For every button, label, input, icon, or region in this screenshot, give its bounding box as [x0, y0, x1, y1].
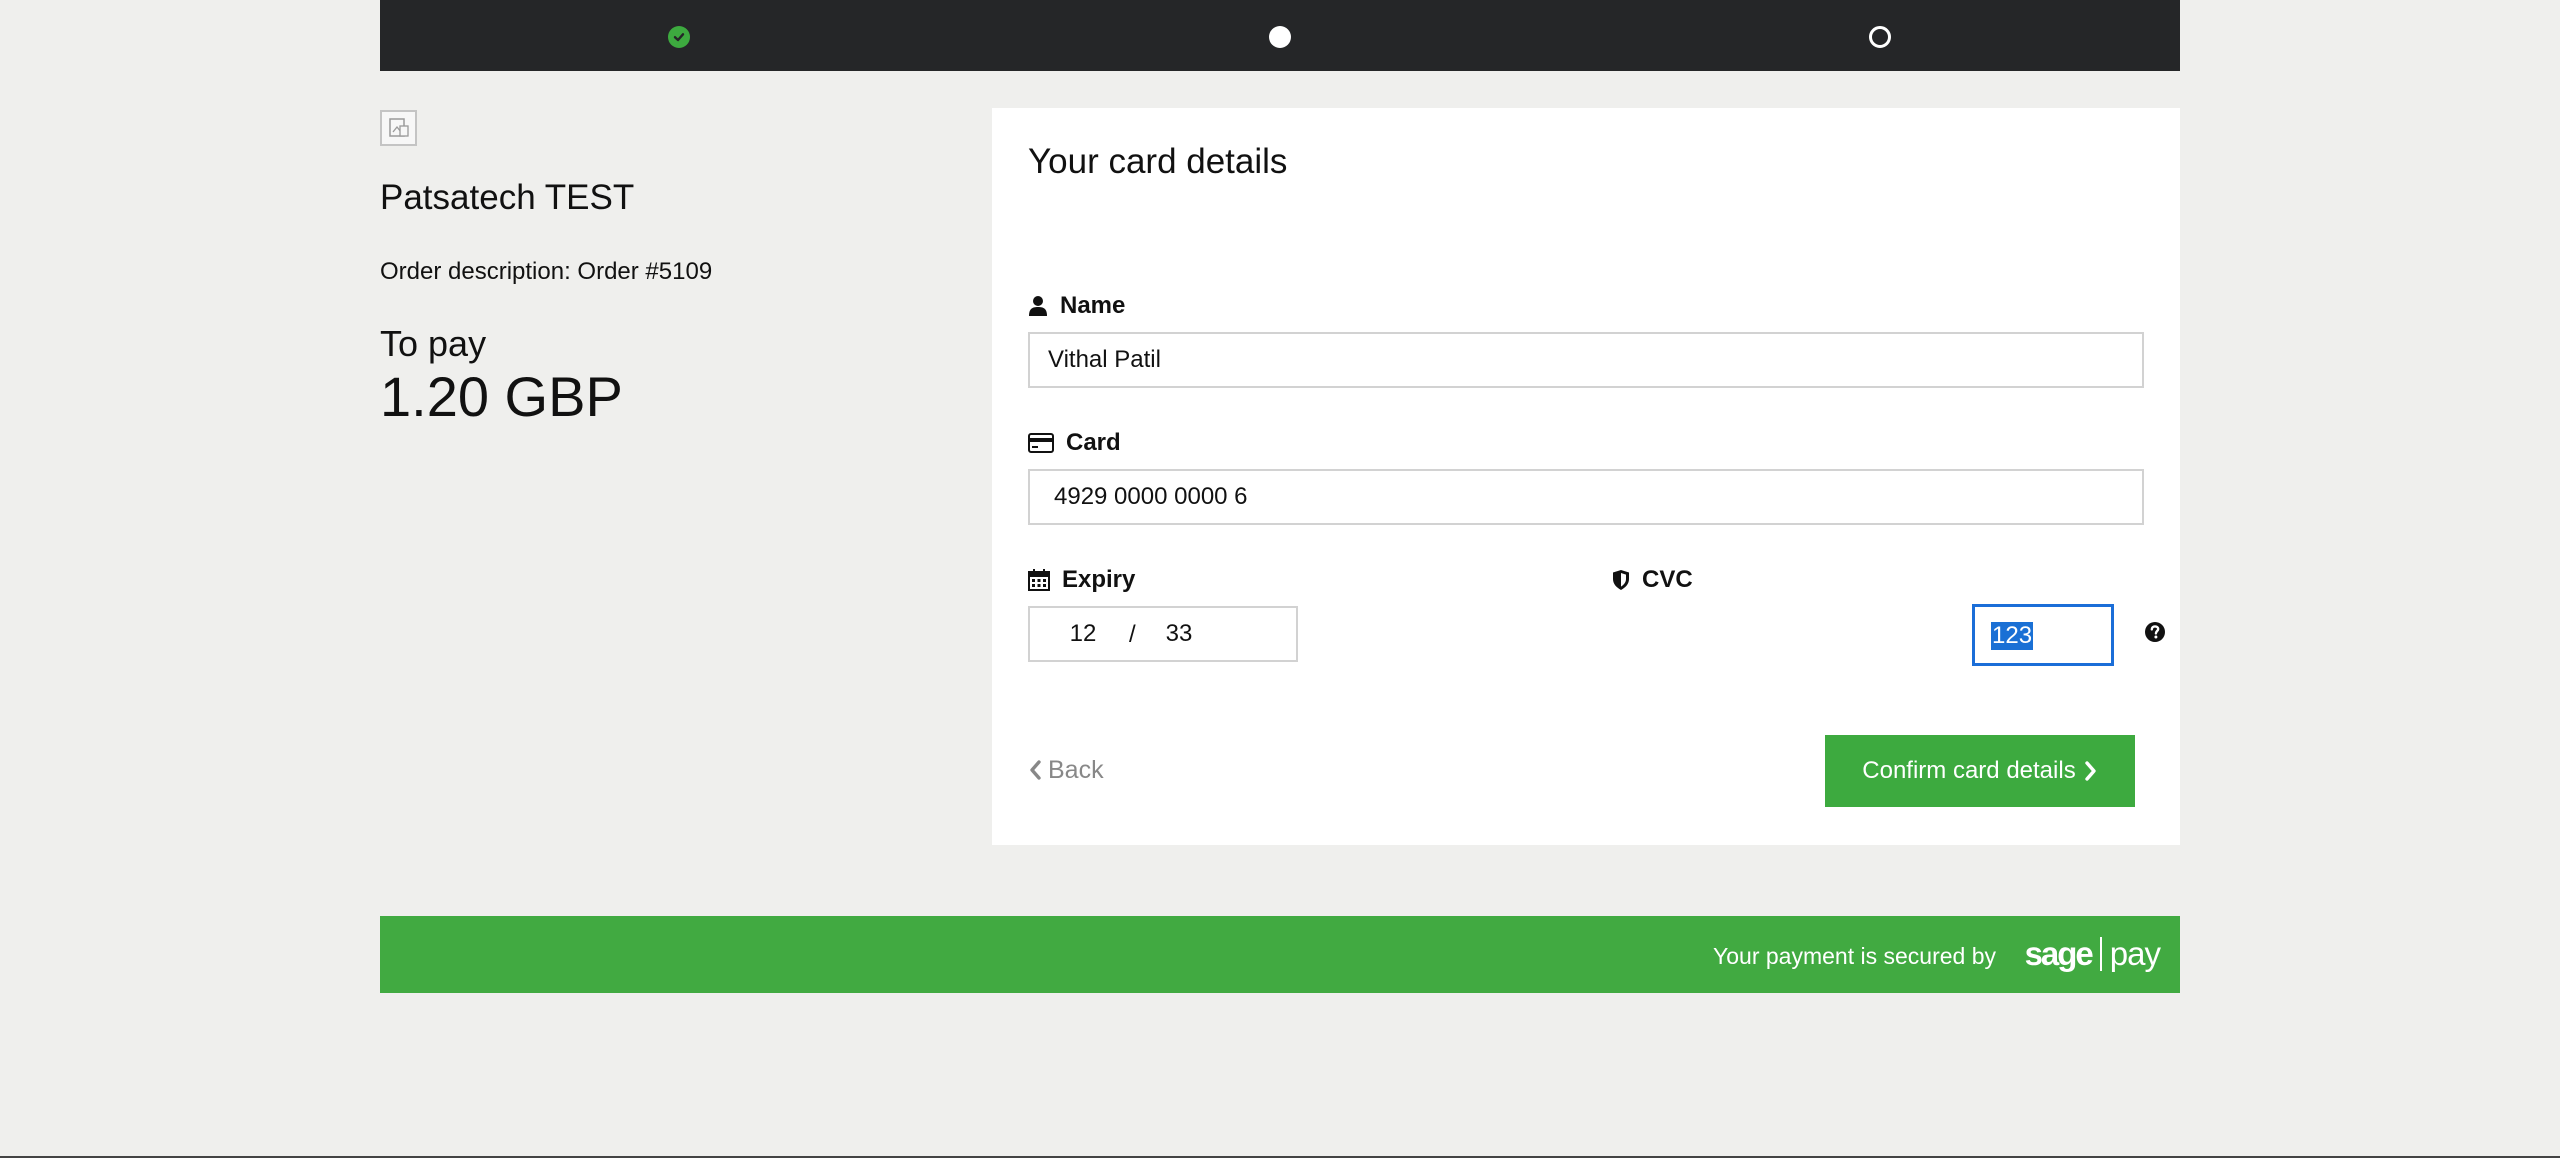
calendar-icon	[1028, 569, 1050, 591]
card-label-text: Card	[1066, 429, 1121, 456]
step-completed	[668, 26, 690, 48]
payment-amount: 1.20 GBP	[380, 365, 623, 428]
cvc-input[interactable]: 123	[1972, 604, 2114, 666]
chevron-left-icon	[1030, 760, 1041, 780]
back-link-label: Back	[1048, 755, 1104, 784]
broken-image-icon	[389, 118, 409, 137]
step-upcoming	[1869, 26, 1891, 48]
name-label: Name	[1028, 291, 1125, 321]
logo-divider	[2099, 937, 2102, 971]
step-current	[1269, 26, 1291, 48]
expiry-month-input[interactable]	[1058, 608, 1108, 660]
logo-pay-text: pay	[2109, 935, 2161, 972]
name-label-text: Name	[1060, 292, 1126, 319]
expiry-field: /	[1028, 606, 1298, 662]
expiry-label: Expiry	[1028, 565, 1135, 595]
name-input[interactable]	[1028, 332, 2144, 388]
order-description: Order description: Order #5109	[380, 258, 713, 285]
card-label: Card	[1028, 428, 1121, 458]
merchant-name: Patsatech TEST	[380, 178, 635, 217]
card-number-input[interactable]	[1028, 469, 2144, 525]
cvc-label-text: CVC	[1642, 566, 1693, 593]
expiry-label-text: Expiry	[1062, 566, 1136, 593]
progress-bar	[380, 0, 2180, 71]
merchant-logo-placeholder	[380, 110, 417, 146]
logo-sage-text: sage	[2024, 935, 2094, 972]
user-icon	[1028, 295, 1048, 317]
panel-title: Your card details	[1028, 142, 1288, 181]
to-pay-label: To pay	[380, 323, 487, 364]
shield-icon	[1612, 569, 1630, 591]
sage-pay-logo: sage pay	[2024, 935, 2161, 972]
security-footer: Your payment is secured by sage pay	[380, 916, 2180, 993]
question-circle-icon[interactable]	[2144, 621, 2166, 648]
credit-card-icon	[1028, 433, 1054, 453]
card-details-panel: Your card details Name Card	[992, 108, 2180, 845]
secured-by-text: Your payment is secured by	[1713, 943, 1996, 969]
back-link[interactable]: Back	[1028, 755, 1104, 785]
confirm-button-label: Confirm card details	[1862, 757, 2076, 784]
confirm-card-details-button[interactable]: Confirm card details	[1825, 735, 2135, 807]
chevron-right-icon	[2085, 761, 2096, 781]
cvc-selected-text: 123	[1991, 622, 2034, 650]
expiry-separator: /	[1129, 621, 1136, 648]
expiry-year-input[interactable]	[1154, 608, 1204, 660]
check-icon	[673, 33, 685, 42]
cvc-label: CVC	[1612, 565, 1693, 595]
